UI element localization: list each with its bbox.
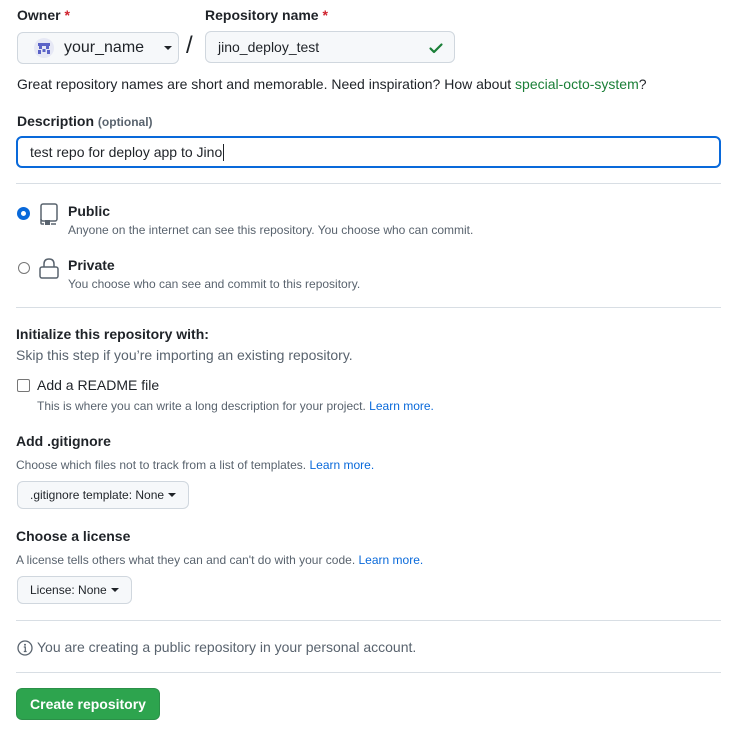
info-icon	[17, 640, 33, 661]
lock-icon	[38, 257, 60, 286]
repo-name-hint: Great repository names are short and mem…	[17, 76, 647, 92]
private-option-title[interactable]: Private	[68, 257, 115, 273]
public-radio[interactable]	[18, 208, 29, 219]
description-label-text: Description	[17, 113, 95, 129]
divider	[16, 672, 721, 673]
repo-name-value: jino_deploy_test	[218, 39, 320, 55]
visibility-notice: You are creating a public repository in …	[37, 639, 417, 655]
caret-down-icon	[164, 46, 173, 50]
readme-description: This is where you can write a long descr…	[37, 399, 434, 413]
initialize-heading: Initialize this repository with:	[16, 326, 209, 342]
gitignore-description-text: Choose which files not to track from a l…	[16, 458, 307, 472]
caret-down-icon	[168, 493, 177, 497]
license-description-text: A license tells others what they can and…	[16, 553, 356, 567]
required-mark: *	[64, 7, 70, 23]
create-repository-button[interactable]: Create repository	[16, 688, 160, 720]
divider	[16, 183, 721, 184]
readme-description-text: This is where you can write a long descr…	[37, 399, 366, 413]
private-radio[interactable]	[18, 262, 30, 274]
gitignore-select-label: .gitignore template: None	[30, 488, 165, 502]
identicon-avatar	[34, 38, 54, 58]
gitignore-learn-more-link[interactable]: Learn more.	[309, 458, 374, 472]
gitignore-template-select[interactable]: .gitignore template: None	[17, 481, 190, 509]
optional-tag: (optional)	[97, 115, 153, 129]
check-icon	[428, 40, 444, 59]
description-input[interactable]: test repo for deploy app to Jino	[16, 136, 721, 168]
owner-repo-separator: /	[186, 32, 193, 59]
hint-text: Great repository names are short and mem…	[17, 76, 516, 92]
private-option-description: You choose who can see and commit to thi…	[68, 277, 361, 291]
readme-label[interactable]: Add a README file	[37, 377, 159, 393]
license-select-label: License: None	[30, 583, 107, 597]
required-mark: *	[322, 7, 328, 23]
divider	[16, 620, 721, 621]
license-heading: Choose a license	[16, 528, 131, 544]
public-option-description: Anyone on the internet can see this repo…	[68, 223, 474, 237]
readme-checkbox[interactable]	[17, 379, 30, 392]
description-label: Description (optional)	[17, 113, 153, 129]
owner-label: Owner *	[17, 7, 70, 23]
license-learn-more-link[interactable]: Learn more.	[359, 553, 424, 567]
initialize-subtext: Skip this step if you’re importing an ex…	[16, 347, 353, 363]
gitignore-heading: Add .gitignore	[16, 433, 111, 449]
license-select[interactable]: License: None	[17, 576, 132, 604]
description-value: test repo for deploy app to Jino	[30, 144, 223, 160]
public-option-title[interactable]: Public	[68, 203, 110, 219]
text-cursor	[223, 143, 225, 161]
name-suggestion-link[interactable]: special-octo-system	[515, 76, 639, 92]
gitignore-description: Choose which files not to track from a l…	[16, 458, 374, 472]
repo-name-input[interactable]: jino_deploy_test	[205, 31, 455, 63]
owner-label-text: Owner	[17, 7, 61, 23]
readme-learn-more-link[interactable]: Learn more.	[369, 399, 434, 413]
owner-dropdown[interactable]: your_name	[17, 32, 179, 64]
divider	[16, 307, 721, 308]
repo-name-label-text: Repository name	[205, 7, 319, 23]
owner-name: your_name	[64, 39, 145, 56]
repo-name-label: Repository name *	[205, 7, 328, 23]
caret-down-icon	[110, 588, 119, 592]
license-description: A license tells others what they can and…	[16, 553, 423, 567]
repo-book-icon	[39, 202, 59, 231]
hint-suffix: ?	[638, 76, 647, 92]
